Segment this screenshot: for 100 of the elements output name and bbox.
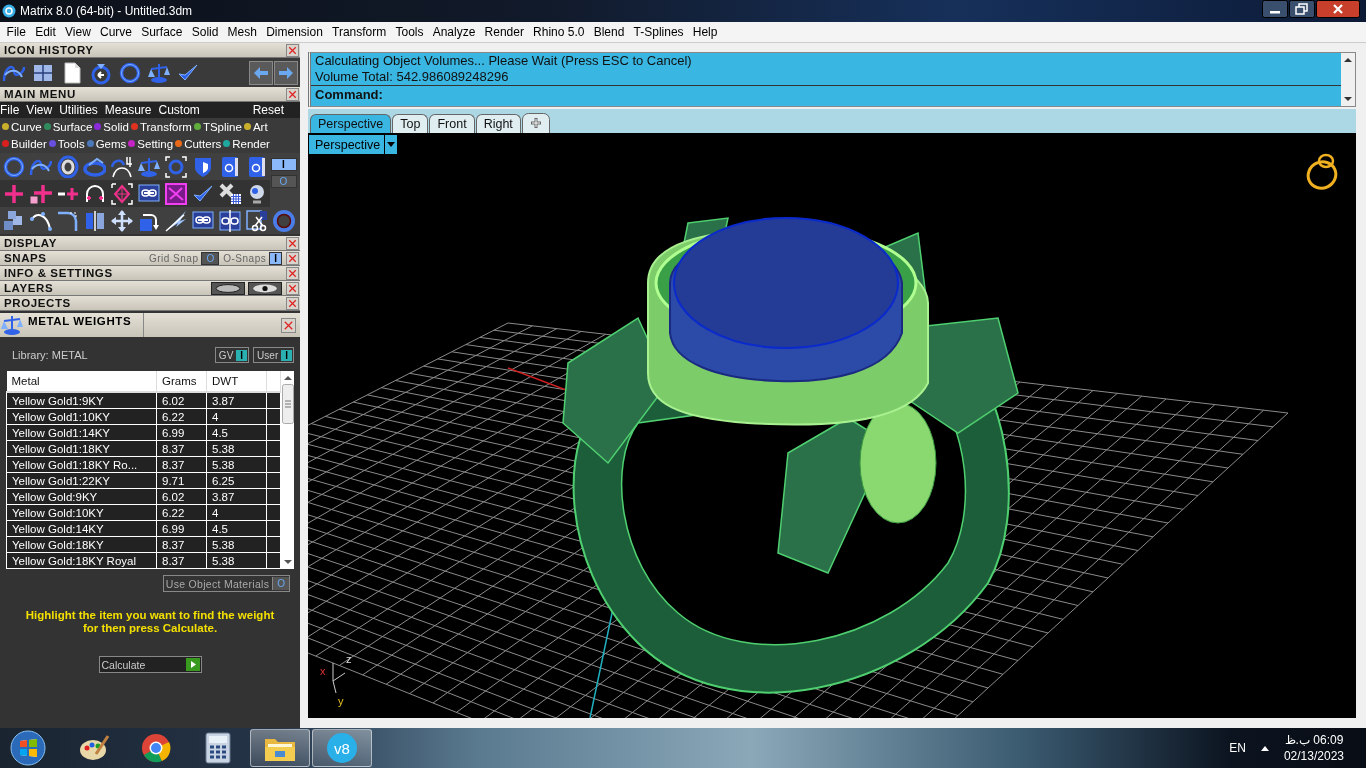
column-header[interactable]: DWT — [206, 371, 267, 392]
cubes-icon[interactable] — [2, 209, 25, 232]
layer-icon[interactable] — [211, 281, 245, 295]
arrow-left-icon[interactable] — [249, 60, 273, 85]
menu-item[interactable]: Rhino 5.0 — [528, 25, 590, 39]
browser-icon[interactable] — [140, 732, 172, 764]
column-header[interactable]: Metal — [6, 371, 157, 392]
move-icon[interactable] — [110, 209, 133, 232]
ring-icon[interactable] — [56, 155, 79, 178]
caret-icon[interactable] — [1259, 744, 1270, 752]
link-icon[interactable] — [218, 209, 241, 232]
taskbar-button[interactable] — [250, 729, 310, 767]
ring-icon[interactable] — [118, 60, 142, 85]
scroll-thumb[interactable] — [281, 384, 294, 424]
plus-icon[interactable] — [29, 182, 52, 205]
scissors-icon[interactable] — [245, 209, 268, 232]
eye-icon[interactable] — [248, 281, 282, 295]
menu-item[interactable]: Render — [479, 25, 529, 39]
menu-item[interactable]: View — [60, 25, 96, 39]
viewport-tab[interactable]: Top — [392, 114, 429, 133]
category-item[interactable]: Setting — [137, 137, 174, 150]
checkbox-toggle[interactable]: Use Object Materials O — [162, 575, 290, 592]
link-icon[interactable] — [137, 182, 160, 205]
panel-title[interactable]: ICON HISTORY — [4, 44, 94, 56]
scroll-down-icon[interactable] — [283, 559, 292, 565]
command-output: Volume Total: 542.986089248296 — [314, 69, 510, 85]
language-indicator[interactable]: EN — [1229, 741, 1246, 755]
play-icon — [185, 658, 200, 671]
reset-link[interactable]: Reset — [252, 103, 300, 117]
category-item[interactable]: Tools — [57, 137, 85, 150]
menu-item[interactable]: Measure — [104, 103, 159, 117]
menu-item[interactable]: Curve — [95, 25, 137, 39]
menu-item[interactable]: Surface — [136, 25, 188, 39]
arc-icon[interactable] — [56, 209, 79, 232]
minimize-icon[interactable] — [1262, 0, 1288, 18]
arrow-right-icon[interactable] — [274, 60, 298, 85]
category-item[interactable]: Solid — [103, 120, 129, 133]
filter-toggle[interactable]: User I — [253, 347, 294, 363]
toggle-button[interactable]: I — [270, 158, 297, 171]
panel-title[interactable]: PROJECTS — [4, 297, 71, 309]
menu-item[interactable]: Help — [688, 25, 723, 39]
panel-title[interactable]: SNAPS — [4, 252, 47, 264]
panel-title[interactable]: MAIN MENU — [4, 88, 76, 100]
viewport-tab[interactable]: Front — [429, 114, 475, 133]
scrollbar[interactable] — [281, 371, 294, 569]
option-label: Use Object Materials — [165, 577, 270, 590]
category-item[interactable]: Curve — [11, 120, 42, 133]
category-item[interactable]: Surface — [52, 120, 93, 133]
menu-item[interactable]: Tools — [390, 25, 429, 39]
mirror-icon[interactable] — [83, 209, 106, 232]
arc-icon[interactable] — [29, 209, 52, 232]
category-item[interactable]: TSpline — [202, 120, 242, 133]
category-item[interactable]: Cutters — [184, 137, 222, 150]
band-icon[interactable] — [83, 155, 106, 178]
maximize-icon[interactable] — [1289, 0, 1315, 18]
menu-item[interactable]: Solid — [187, 25, 223, 39]
viewport-menu[interactable]: Perspective — [308, 134, 399, 155]
category-item[interactable]: Builder — [11, 137, 47, 150]
panel-title[interactable]: DISPLAY — [4, 237, 57, 249]
panel-title[interactable]: LAYERS — [4, 282, 54, 294]
filter-toggle[interactable]: GV I — [214, 347, 250, 363]
menu-item[interactable]: Transform — [327, 25, 391, 39]
category-item[interactable]: Render — [232, 137, 270, 150]
scale-icon[interactable] — [137, 155, 160, 178]
toggle-button[interactable]: I — [281, 349, 292, 361]
menu-item[interactable]: Custom — [158, 103, 207, 117]
add-tab-icon[interactable] — [521, 113, 550, 133]
menu-item[interactable]: T-Splines — [628, 25, 689, 39]
calculator-icon[interactable] — [205, 732, 231, 764]
diamond-icon[interactable] — [110, 182, 133, 205]
command-prompt[interactable]: Command: — [311, 85, 1341, 104]
menu-item[interactable]: Analyze — [428, 25, 480, 39]
category-item[interactable]: Art — [252, 120, 268, 133]
menu-item[interactable]: Utilities — [59, 103, 105, 117]
viewport-tab[interactable]: Right — [475, 114, 521, 133]
toggle-button[interactable]: I — [236, 349, 248, 361]
instruction-text: Highlight the item you want to find the weight for then press Calculate. — [24, 609, 276, 635]
arch-icon[interactable] — [83, 182, 106, 205]
scale-icon[interactable] — [0, 313, 24, 337]
menu-item[interactable]: Mesh — [223, 25, 262, 39]
column-header[interactable]: Grams — [156, 371, 207, 392]
clock-time: 06:09 ب.ظ — [1284, 732, 1344, 748]
close-icon[interactable] — [1316, 0, 1360, 18]
toggle-button[interactable]: I — [269, 251, 282, 265]
category-item[interactable]: Gems — [95, 137, 127, 150]
scroll-up-icon[interactable] — [283, 375, 292, 381]
menu-item[interactable]: Dimension — [261, 25, 328, 39]
menu-item[interactable]: Blend — [589, 25, 629, 39]
calculate-button[interactable]: Calculate — [98, 656, 202, 673]
clock-date: 02/13/2023 — [1283, 748, 1344, 764]
menu-item[interactable]: Edit — [30, 25, 61, 39]
menu-item[interactable]: View — [26, 103, 60, 117]
category-item[interactable]: Transform — [139, 120, 192, 133]
menu-item[interactable]: File — [2, 25, 31, 39]
panel-title[interactable]: INFO & SETTINGS — [4, 267, 113, 279]
arc-icon[interactable] — [110, 155, 133, 178]
link-icon[interactable] — [191, 209, 214, 232]
viewport-tab[interactable]: Perspective — [310, 114, 392, 133]
menu-item[interactable]: File — [0, 103, 27, 117]
axis-icon — [332, 662, 346, 694]
